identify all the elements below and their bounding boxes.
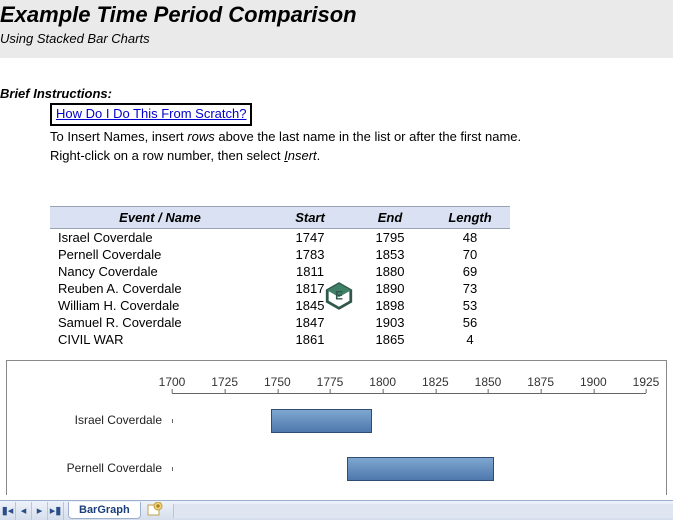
cell-name: Pernell Coverdale — [50, 246, 270, 263]
chart-cat-tick — [172, 467, 173, 471]
cell-start: 1861 — [270, 331, 350, 348]
cell-start: 1811 — [270, 263, 350, 280]
table-row[interactable]: William H. Coverdale1845189853 — [50, 297, 510, 314]
instruction-line-1: To Insert Names, insert rows above the l… — [50, 128, 673, 145]
table-row[interactable]: Nancy Coverdale1811188069 — [50, 263, 510, 280]
sheet-tab-strip: ▮◂ ◂ ▸ ▸▮ BarGraph — [0, 500, 673, 520]
cell-name: CIVIL WAR — [50, 331, 270, 348]
instr-1b: above the last name in the list or after… — [215, 129, 521, 144]
cell-name: Samuel R. Coverdale — [50, 314, 270, 331]
chart-container: 1700 1725 1750 1775 1800 1825 1850 1875 1900 1925… — [6, 360, 667, 495]
col-header-name: Event / Name — [50, 207, 270, 229]
chart-tick: 1800 — [369, 375, 396, 389]
chart-tick: 1750 — [264, 375, 291, 389]
cell-end: 1890 — [350, 280, 430, 297]
tab-nav-last[interactable]: ▸▮ — [48, 502, 64, 520]
main-content: Brief Instructions: How Do I Do This Fro… — [0, 58, 673, 495]
page-title: Example Time Period Comparison — [0, 2, 673, 28]
cell-length: 73 — [430, 280, 510, 297]
cell-end: 1865 — [350, 331, 430, 348]
chart-cat-tick — [172, 419, 173, 423]
how-do-i-link[interactable]: How Do I Do This From Scratch? — [50, 103, 252, 126]
new-sheet-icon[interactable] — [147, 502, 163, 519]
cell-length: 4 — [430, 331, 510, 348]
cell-name: Nancy Coverdale — [50, 263, 270, 280]
cell-start: 1783 — [270, 246, 350, 263]
chart-tick: 1700 — [159, 375, 186, 389]
chart-tick: 1875 — [527, 375, 554, 389]
cell-length: 53 — [430, 297, 510, 314]
chart-bar-label: Israel Coverdale — [17, 413, 162, 427]
instr-2a: Right-click on a row number, then select — [50, 148, 284, 163]
cell-end: 1880 — [350, 263, 430, 280]
tab-nav-first[interactable]: ▮◂ — [0, 502, 16, 520]
table-row[interactable]: Israel Coverdale1747179548 — [50, 229, 510, 247]
page-subtitle: Using Stacked Bar Charts — [0, 31, 673, 46]
tab-nav-next[interactable]: ▸ — [32, 502, 48, 520]
cell-name: William H. Coverdale — [50, 297, 270, 314]
header-banner: Example Time Period Comparison Using Sta… — [0, 0, 673, 58]
cell-length: 70 — [430, 246, 510, 263]
chart-tick: 1850 — [475, 375, 502, 389]
brief-instructions-label: Brief Instructions: — [0, 86, 673, 101]
cell-start: 1845 — [270, 297, 350, 314]
tab-bargraph[interactable]: BarGraph — [68, 502, 141, 519]
tab-nav-prev[interactable]: ◂ — [16, 502, 32, 520]
cell-end: 1898 — [350, 297, 430, 314]
col-header-end: End — [350, 207, 430, 229]
table-row[interactable]: CIVIL WAR186118654 — [50, 331, 510, 348]
cell-end: 1853 — [350, 246, 430, 263]
col-header-length: Length — [430, 207, 510, 229]
table-row[interactable]: Reuben A. Coverdale1817189073 — [50, 280, 510, 297]
instr-1-rows: rows — [187, 129, 214, 144]
instruction-line-2: Right-click on a row number, then select… — [50, 147, 673, 164]
table-row[interactable]: Pernell Coverdale1783185370 — [50, 246, 510, 263]
chart-bar-label: Pernell Coverdale — [17, 461, 162, 475]
cell-length: 69 — [430, 263, 510, 280]
chart-tick: 1825 — [422, 375, 449, 389]
table-row[interactable]: Samuel R. Coverdale1847190356 — [50, 314, 510, 331]
cell-length: 56 — [430, 314, 510, 331]
cell-name: Reuben A. Coverdale — [50, 280, 270, 297]
chart-row: Pernell Coverdale — [17, 455, 646, 483]
cell-length: 48 — [430, 229, 510, 247]
cell-start: 1747 — [270, 229, 350, 247]
chart-bar — [347, 457, 494, 481]
instr-1a: To Insert Names, insert — [50, 129, 187, 144]
cell-name: Israel Coverdale — [50, 229, 270, 247]
chart-tick: 1775 — [317, 375, 344, 389]
cell-end: 1795 — [350, 229, 430, 247]
chart-x-axis — [172, 393, 646, 394]
chart-bar — [271, 409, 372, 433]
cell-start: 1847 — [270, 314, 350, 331]
instr-2b: . — [317, 148, 321, 163]
chart-row: Israel Coverdale — [17, 407, 646, 435]
chart-tick: 1925 — [633, 375, 660, 389]
cell-end: 1903 — [350, 314, 430, 331]
chart-tick: 1900 — [580, 375, 607, 389]
col-header-start: Start — [270, 207, 350, 229]
chart-tick: 1725 — [211, 375, 238, 389]
horizontal-scroll-track[interactable] — [173, 504, 673, 518]
events-table: Event / Name Start End Length Israel Cov… — [50, 206, 510, 348]
cell-start: 1817 — [270, 280, 350, 297]
instr-2-i: nsert — [288, 148, 317, 163]
